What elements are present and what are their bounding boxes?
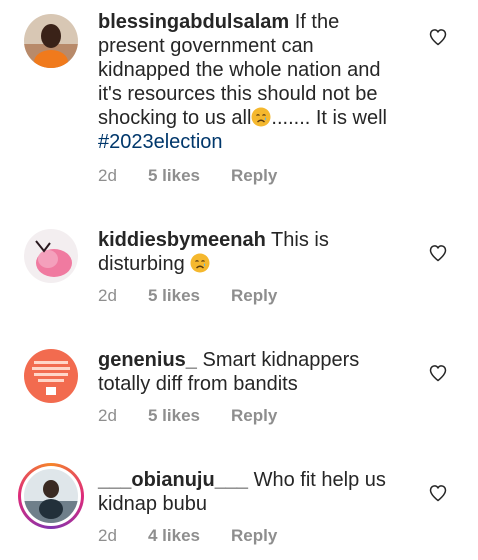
comment-text: genenius_ Smart kidnappers totally diff … (98, 348, 408, 396)
comment-text: blessingabdulsalam If the present govern… (98, 10, 408, 154)
comment-body-continued: ....... It is well (271, 107, 387, 129)
comment-username[interactable]: ___obianuju___ (98, 469, 248, 491)
likes-count[interactable]: 5 likes (148, 285, 200, 307)
reply-button[interactable]: Reply (231, 525, 277, 547)
reply-button[interactable]: Reply (231, 165, 277, 187)
comment-time: 2d (98, 286, 117, 305)
likes-count[interactable]: 5 likes (148, 165, 200, 187)
crying-face-emoji-icon (190, 253, 210, 273)
likes-count[interactable]: 4 likes (148, 525, 200, 547)
reply-button[interactable]: Reply (231, 405, 277, 427)
user-photo (24, 349, 78, 403)
comment-text: ___obianuju___ Who fit help us kidnap bu… (98, 468, 408, 516)
avatar[interactable] (24, 229, 78, 283)
avatar[interactable] (24, 349, 78, 403)
reply-button[interactable]: Reply (231, 285, 277, 307)
hashtag-link[interactable]: #2023election (98, 131, 223, 153)
heart-icon[interactable] (428, 483, 448, 503)
user-photo (24, 14, 78, 68)
comment-username[interactable]: kiddiesbymeenah (98, 229, 266, 251)
comment-time: 2d (98, 526, 117, 545)
heart-icon[interactable] (428, 363, 448, 383)
likes-count[interactable]: 5 likes (148, 405, 200, 427)
user-photo (24, 469, 78, 523)
heart-icon[interactable] (428, 243, 448, 263)
avatar-ring-gap (21, 466, 81, 526)
heart-icon[interactable] (428, 27, 448, 47)
avatar (24, 469, 78, 523)
comment-username[interactable]: blessingabdulsalam (98, 11, 289, 33)
user-photo (24, 229, 78, 283)
avatar[interactable] (24, 14, 78, 68)
crying-face-emoji-icon (251, 107, 271, 127)
comment-username[interactable]: genenius_ (98, 349, 197, 371)
comment-text: kiddiesbymeenah This is disturbing (98, 228, 408, 276)
story-ring-avatar[interactable] (18, 463, 84, 529)
comment-time: 2d (98, 406, 117, 425)
comment-time: 2d (98, 166, 117, 185)
